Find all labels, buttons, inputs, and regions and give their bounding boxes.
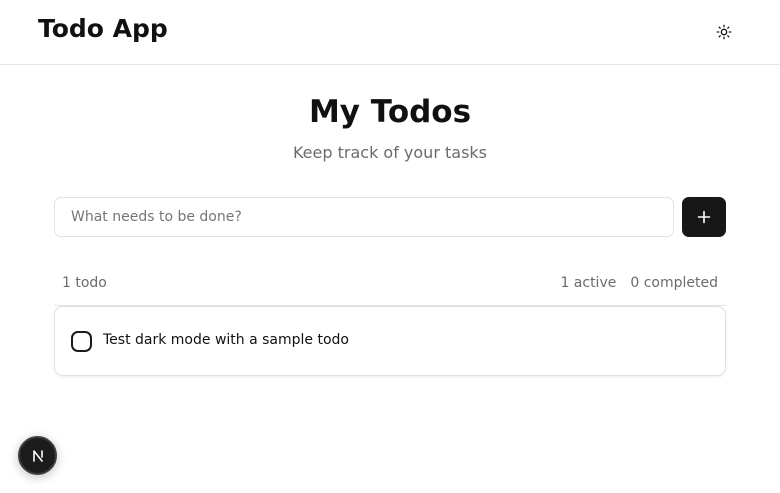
active-count: 1 active (560, 275, 617, 291)
page-title: My Todos (308, 94, 472, 130)
todo-item: Test dark mode with a sample todo (54, 306, 726, 376)
app-header: Todo App (0, 0, 780, 65)
todo-checkbox[interactable] (71, 331, 92, 352)
new-todo-input[interactable] (54, 197, 674, 237)
page-subtitle: Keep track of your tasks (292, 143, 487, 162)
nextjs-logo-icon (32, 449, 43, 462)
theme-toggle-button[interactable] (708, 16, 740, 48)
plus-icon (697, 210, 711, 224)
app-title: Todo App (38, 14, 168, 43)
completed-count: 0 completed (630, 275, 718, 291)
todo-stats: 1 todo 1 active 0 completed (54, 264, 726, 306)
sun-icon (716, 24, 732, 40)
nextjs-dev-indicator[interactable] (18, 436, 57, 475)
todo-text: Test dark mode with a sample todo (103, 332, 349, 348)
todo-count: 1 todo (62, 275, 107, 291)
add-todo-button[interactable] (682, 197, 726, 237)
